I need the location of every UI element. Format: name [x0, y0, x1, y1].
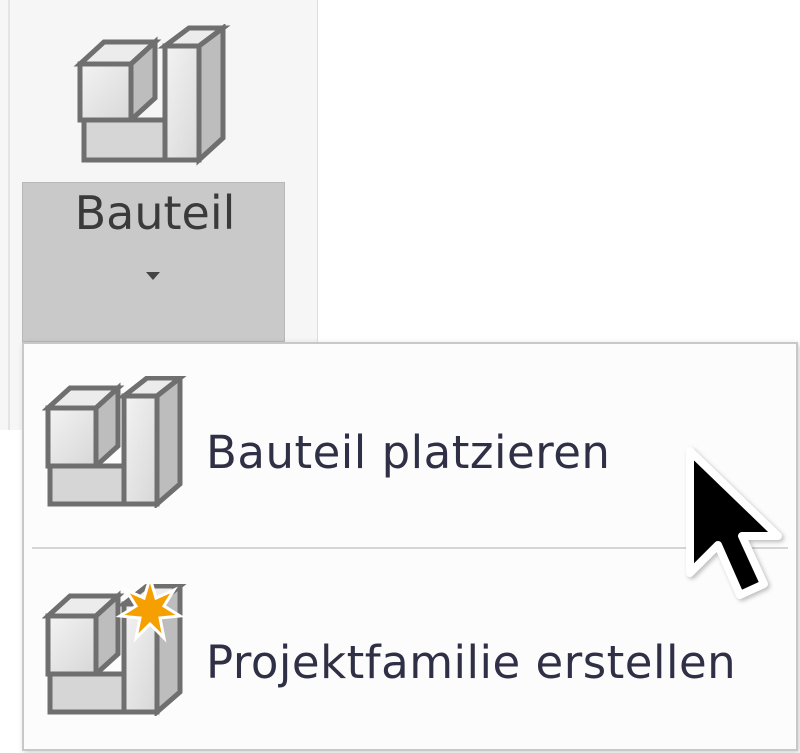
arrow-pointer-icon: [686, 447, 782, 599]
component-block-icon: [42, 376, 187, 508]
component-block-icon: [73, 24, 231, 166]
chevron-down-icon[interactable]: [146, 272, 160, 280]
menu-separator: [32, 547, 788, 549]
bauteil-button-label: Bauteil: [74, 186, 236, 240]
menu-item-projektfamilie-erstellen[interactable]: Projektfamilie erstellen: [24, 556, 796, 746]
menu-item-label: Projektfamilie erstellen: [206, 636, 737, 689]
menu-item-label: Bauteil platzieren: [206, 426, 611, 479]
menu-item-bauteil-platzieren[interactable]: Bauteil platzieren: [24, 352, 796, 542]
component-block-star-icon: [42, 584, 187, 716]
